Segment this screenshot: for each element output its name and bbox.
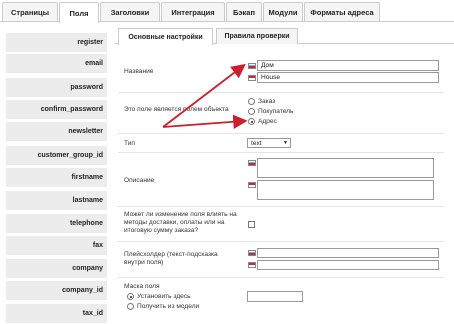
red-arrow-annotation xyxy=(162,63,248,129)
arrow-to-address-line xyxy=(162,114,248,129)
arrow-to-name-line xyxy=(162,63,246,128)
